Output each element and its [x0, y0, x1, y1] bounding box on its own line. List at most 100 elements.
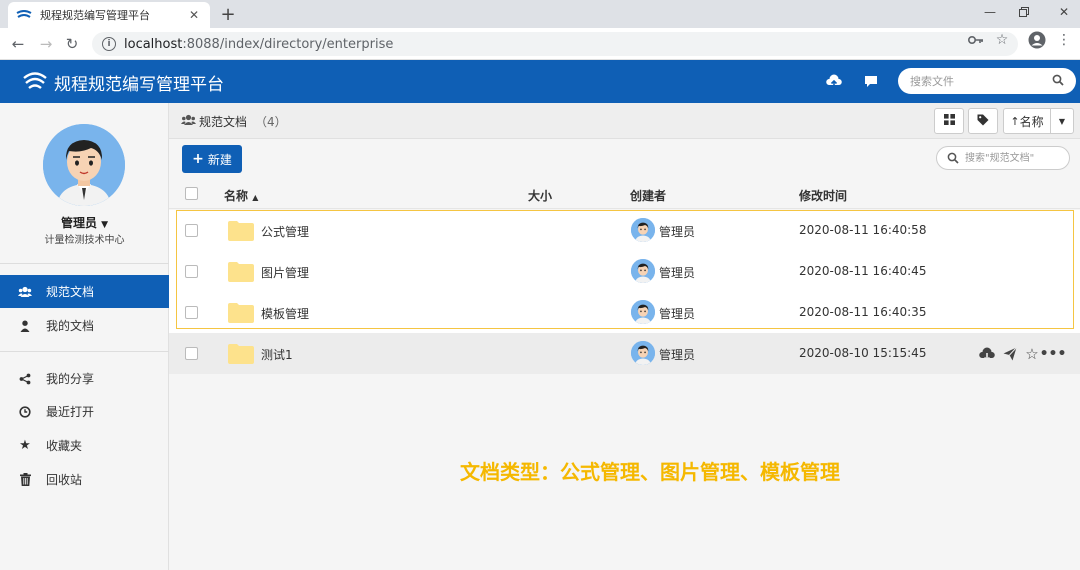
row-name[interactable]: 测试1: [261, 346, 293, 363]
sidebar-item-standard-docs[interactable]: 规范文档: [0, 275, 169, 308]
caret-down-icon: ▼: [1058, 116, 1066, 126]
row-name[interactable]: 公式管理: [261, 223, 309, 240]
sidebar-item-favorites[interactable]: ★ 收藏夹: [0, 429, 169, 462]
search-icon: [947, 152, 959, 164]
row-name[interactable]: 模板管理: [261, 305, 309, 322]
annotation-text: 文档类型：公式管理、图片管理、模板管理: [460, 460, 840, 484]
column-creator[interactable]: 创建者: [630, 187, 666, 204]
user-name-text: 管理员: [60, 216, 97, 230]
folder-icon: [228, 262, 254, 282]
profile-icon[interactable]: [1028, 31, 1046, 49]
address-bar: ← → ↻ i localhost:8088/index/directory/e…: [0, 28, 1080, 60]
sidebar-item-label: 回收站: [46, 473, 83, 487]
creator-avatar: [631, 259, 655, 283]
user-department: 计量检测技术中心: [44, 235, 125, 246]
table-row[interactable]: 测试1 管理员 2020-08-10 15:15:45 ☆ •••: [169, 333, 1080, 374]
forward-icon[interactable]: →: [36, 34, 56, 54]
row-modified: 2020-08-11 16:40:58: [799, 223, 927, 237]
column-name[interactable]: 名称 ▲: [224, 187, 258, 204]
site-info-icon[interactable]: i: [102, 37, 116, 51]
sidebar-divider: [0, 351, 169, 352]
folder-search-box[interactable]: [936, 146, 1070, 170]
tag-icon: [977, 114, 989, 129]
more-options-icon[interactable]: •••: [1040, 346, 1067, 362]
sidebar-item-label: 最近打开: [46, 405, 95, 419]
share-icon: [18, 372, 32, 386]
breadcrumb[interactable]: 规范文档: [199, 113, 247, 130]
bookmark-star-icon[interactable]: ☆: [994, 32, 1010, 48]
row-creator: 管理员: [659, 307, 696, 321]
caret-down-icon[interactable]: ▼: [101, 220, 108, 230]
row-checkbox[interactable]: [185, 306, 198, 319]
creator-avatar: [631, 300, 655, 324]
table-row[interactable]: 模板管理 管理员 2020-08-11 16:40:35: [169, 292, 1080, 333]
sort-by-name-button[interactable]: ↑ 名称: [1003, 108, 1051, 134]
trash-icon: [18, 473, 32, 487]
user-avatar[interactable]: [43, 124, 125, 206]
row-creator: 管理员: [659, 266, 696, 280]
message-icon[interactable]: [862, 72, 880, 90]
new-button-label: 新建: [207, 152, 232, 167]
new-button[interactable]: + 新建: [182, 145, 242, 173]
url-field[interactable]: i localhost:8088/index/directory/enterpr…: [92, 32, 1018, 56]
row-checkbox[interactable]: [185, 224, 198, 237]
row-modified: 2020-08-11 16:40:35: [799, 305, 927, 319]
reload-icon[interactable]: ↻: [62, 34, 82, 54]
sidebar-item-trash[interactable]: 回收站: [0, 463, 169, 496]
restore-icon[interactable]: [1014, 4, 1034, 20]
close-window-icon[interactable]: ✕: [1054, 4, 1074, 20]
sidebar-item-recent[interactable]: 最近打开: [0, 395, 169, 428]
grid-view-button[interactable]: [934, 108, 964, 134]
sort-arrow-up-icon: ↑: [1010, 114, 1020, 128]
table-header: 名称 ▲ 大小 创建者 修改时间: [169, 179, 1080, 209]
sidebar-item-my-docs[interactable]: 我的文档: [0, 309, 169, 342]
folder-icon: [228, 303, 254, 323]
browser-menu-icon[interactable]: ⋮: [1056, 32, 1072, 48]
sort-dropdown-button[interactable]: ▼: [1050, 108, 1074, 134]
header-search-input[interactable]: [910, 73, 1050, 89]
user-name[interactable]: 管理员 ▼: [0, 214, 169, 231]
creator-avatar: [631, 218, 655, 242]
column-size[interactable]: 大小: [528, 187, 552, 204]
clock-icon: [18, 405, 32, 419]
key-icon[interactable]: [968, 32, 984, 48]
app-logo-icon: [22, 70, 48, 92]
send-icon[interactable]: [1002, 346, 1018, 362]
sidebar-item-label: 我的文档: [46, 319, 95, 333]
users-icon: [181, 114, 196, 128]
browser-tab[interactable]: 规程规范编写管理平台 ✕: [8, 2, 210, 28]
favorite-star-icon[interactable]: ☆: [1024, 345, 1040, 363]
folder-search-input[interactable]: [965, 151, 1065, 165]
row-creator: 管理员: [659, 225, 696, 239]
new-tab-icon[interactable]: +: [218, 4, 238, 25]
cloud-upload-icon[interactable]: [825, 72, 843, 90]
cloud-download-icon[interactable]: [979, 346, 995, 362]
sort-label: 名称: [1019, 114, 1044, 129]
tag-button[interactable]: [968, 108, 998, 134]
toolbar: 规范文档 （4） ↑ 名称 ▼: [169, 103, 1080, 139]
table-row[interactable]: 图片管理 管理员 2020-08-11 16:40:45: [169, 251, 1080, 292]
sidebar-item-label: 收藏夹: [46, 439, 83, 453]
sidebar-divider: [0, 263, 169, 264]
column-modified[interactable]: 修改时间: [799, 187, 847, 204]
sidebar-item-label: 规范文档: [46, 285, 95, 299]
back-icon[interactable]: ←: [8, 34, 28, 54]
table-row[interactable]: 公式管理 管理员 2020-08-11 16:40:58: [169, 210, 1080, 251]
main-content: 规范文档 （4） ↑名称 ▼ +新建 名称 ▲ 大小 创建者: [169, 103, 1080, 570]
header-search-box[interactable]: [898, 68, 1076, 94]
row-name[interactable]: 图片管理: [261, 264, 309, 281]
star-icon: ★: [19, 438, 31, 453]
close-tab-icon[interactable]: ✕: [186, 7, 202, 23]
sidebar: 管理员 ▼ 计量检测技术中心 规范文档 我的文档 我的分享 最近打开 ★ 收藏夹…: [0, 103, 169, 570]
row-modified: 2020-08-10 15:15:45: [799, 346, 927, 360]
row-checkbox[interactable]: [185, 265, 198, 278]
sidebar-item-my-share[interactable]: 我的分享: [0, 362, 169, 395]
row-checkbox[interactable]: [185, 347, 198, 360]
select-all-checkbox[interactable]: [185, 187, 198, 200]
row-creator: 管理员: [659, 348, 696, 362]
search-icon[interactable]: [1052, 74, 1066, 88]
user-icon: [18, 319, 32, 333]
users-icon: [18, 285, 32, 299]
tab-title: 规程规范编写管理平台: [40, 9, 150, 22]
minimize-icon[interactable]: —: [980, 4, 1000, 20]
